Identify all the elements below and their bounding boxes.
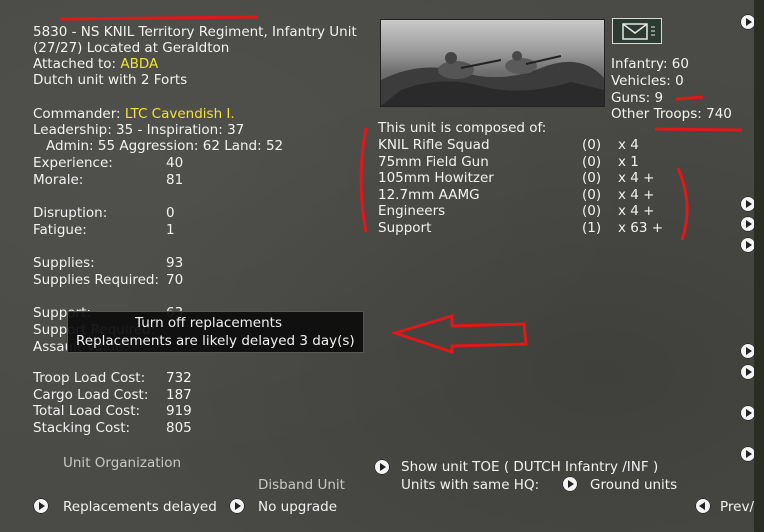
- supplies-value: 93: [166, 255, 184, 271]
- composition-item: Support (1) x 63 +: [378, 219, 664, 236]
- composition-item: KNIL Rifle Squad (0) x 4: [378, 137, 639, 153]
- total-load-row: Total Load Cost: 919: [33, 403, 192, 419]
- supplies-row: Supplies: 93: [33, 255, 184, 271]
- mail-icon: [622, 23, 655, 40]
- disruption-value: 0: [166, 205, 175, 221]
- annotation-arrow: [390, 313, 528, 355]
- disruption-row: Disruption: 0: [33, 205, 175, 221]
- composition-item: 12.7mm AAMG (0) x 4 +: [378, 186, 655, 203]
- morale-row: Morale: 81: [33, 172, 184, 188]
- upgrade-label[interactable]: No upgrade: [258, 499, 337, 516]
- troop-load-row: Troop Load Cost: 732: [33, 370, 192, 386]
- composition-list: KNIL Rifle Squad (0) x 4 75mm Field Gun (0)…: [378, 137, 708, 247]
- tooltip-title: Turn off replacements: [135, 315, 282, 331]
- guns-count: Guns: 9: [611, 90, 664, 106]
- commander-link[interactable]: LTC Cavendish I.: [125, 106, 235, 122]
- arrow-left-icon[interactable]: [695, 498, 711, 514]
- replacements-tooltip: Turn off replacements Replacements are l…: [67, 311, 364, 353]
- leadership-line: Leadership: 35 - Inspiration: 37: [33, 122, 245, 138]
- composition-item: 75mm Field Gun (0) x 1: [378, 153, 639, 170]
- cargo-load-row: Cargo Load Cost: 187: [33, 386, 192, 403]
- show-toe-button[interactable]: [374, 459, 390, 475]
- ground-units-label[interactable]: Ground units: [590, 477, 677, 494]
- disband-unit-link[interactable]: Disband Unit: [258, 477, 345, 494]
- annotation-underline-title: [59, 15, 259, 21]
- same-hq-label: Units with same HQ:: [401, 477, 540, 493]
- attached-line: Attached to: ABDA: [33, 56, 158, 73]
- tooltip-detail: Replacements are likely delayed 3 day(s): [76, 333, 355, 349]
- ratings-line: Admin: 55 Aggression: 62 Land: 52: [46, 138, 284, 154]
- annotation-bracket-left: [359, 127, 368, 233]
- unit-detail-panel: 5830 - NS KNIL Territory Regiment, Infan…: [0, 0, 764, 532]
- replacements-toggle-button[interactable]: [33, 498, 49, 514]
- upgrade-toggle-button[interactable]: [229, 498, 245, 514]
- morale-value: 81: [166, 172, 184, 188]
- stacking-row: Stacking Cost: 805: [33, 419, 192, 436]
- other-troops-count: Other Troops: 740: [611, 106, 732, 122]
- experience-value: 40: [166, 155, 184, 171]
- vehicles-count: Vehicles: 0: [611, 73, 684, 89]
- supplies-required-value: 70: [166, 272, 184, 288]
- unit-location: (27/27) Located at Geraldton: [33, 40, 230, 56]
- commander-label: Commander:: [33, 106, 125, 122]
- fatigue-row: Fatigue: 1: [33, 222, 175, 238]
- load-cost-block: Troop Load Cost: 732 Cargo Load Cost: 187 …: [33, 370, 333, 450]
- unit-photo: [380, 19, 605, 107]
- ground-units-button[interactable]: [562, 476, 578, 492]
- total-load-value: 919: [166, 403, 192, 419]
- annotation-underline-other: [654, 127, 743, 132]
- map-edge: [754, 0, 764, 532]
- fatigue-value: 1: [166, 222, 175, 238]
- composition-item: Engineers (0) x 4 +: [378, 203, 655, 219]
- attached-label: Attached to:: [33, 56, 121, 72]
- unit-photo-art: [381, 51, 604, 106]
- unit-description: Dutch unit with 2 Forts: [33, 72, 188, 88]
- troop-load-value: 732: [166, 370, 192, 386]
- commander-line: Commander: LTC Cavendish I.: [33, 106, 235, 123]
- unit-organization-link[interactable]: Unit Organization: [63, 455, 181, 472]
- attached-hq-link[interactable]: ABDA: [120, 56, 158, 72]
- experience-row: Experience: 40: [33, 155, 184, 171]
- infantry-count: Infantry: 60: [611, 56, 689, 72]
- annotation-underline-guns: [675, 95, 704, 101]
- stacking-value: 805: [166, 419, 192, 436]
- replacements-label[interactable]: Replacements delayed: [63, 499, 217, 516]
- cargo-load-value: 187: [166, 386, 192, 403]
- unit-title: 5830 - NS KNIL Territory Regiment, Infan…: [33, 24, 357, 40]
- supplies-required-row: Supplies Required: 70: [33, 272, 184, 288]
- prev-next-label[interactable]: Prev/N: [720, 499, 754, 516]
- show-toe-label[interactable]: Show unit TOE ( DUTCH Infantry /INF ): [401, 459, 658, 476]
- composition-header: This unit is composed of:: [378, 120, 547, 136]
- mail-button[interactable]: [612, 18, 662, 44]
- composition-item: 105mm Howitzer (0) x 4 +: [378, 170, 655, 186]
